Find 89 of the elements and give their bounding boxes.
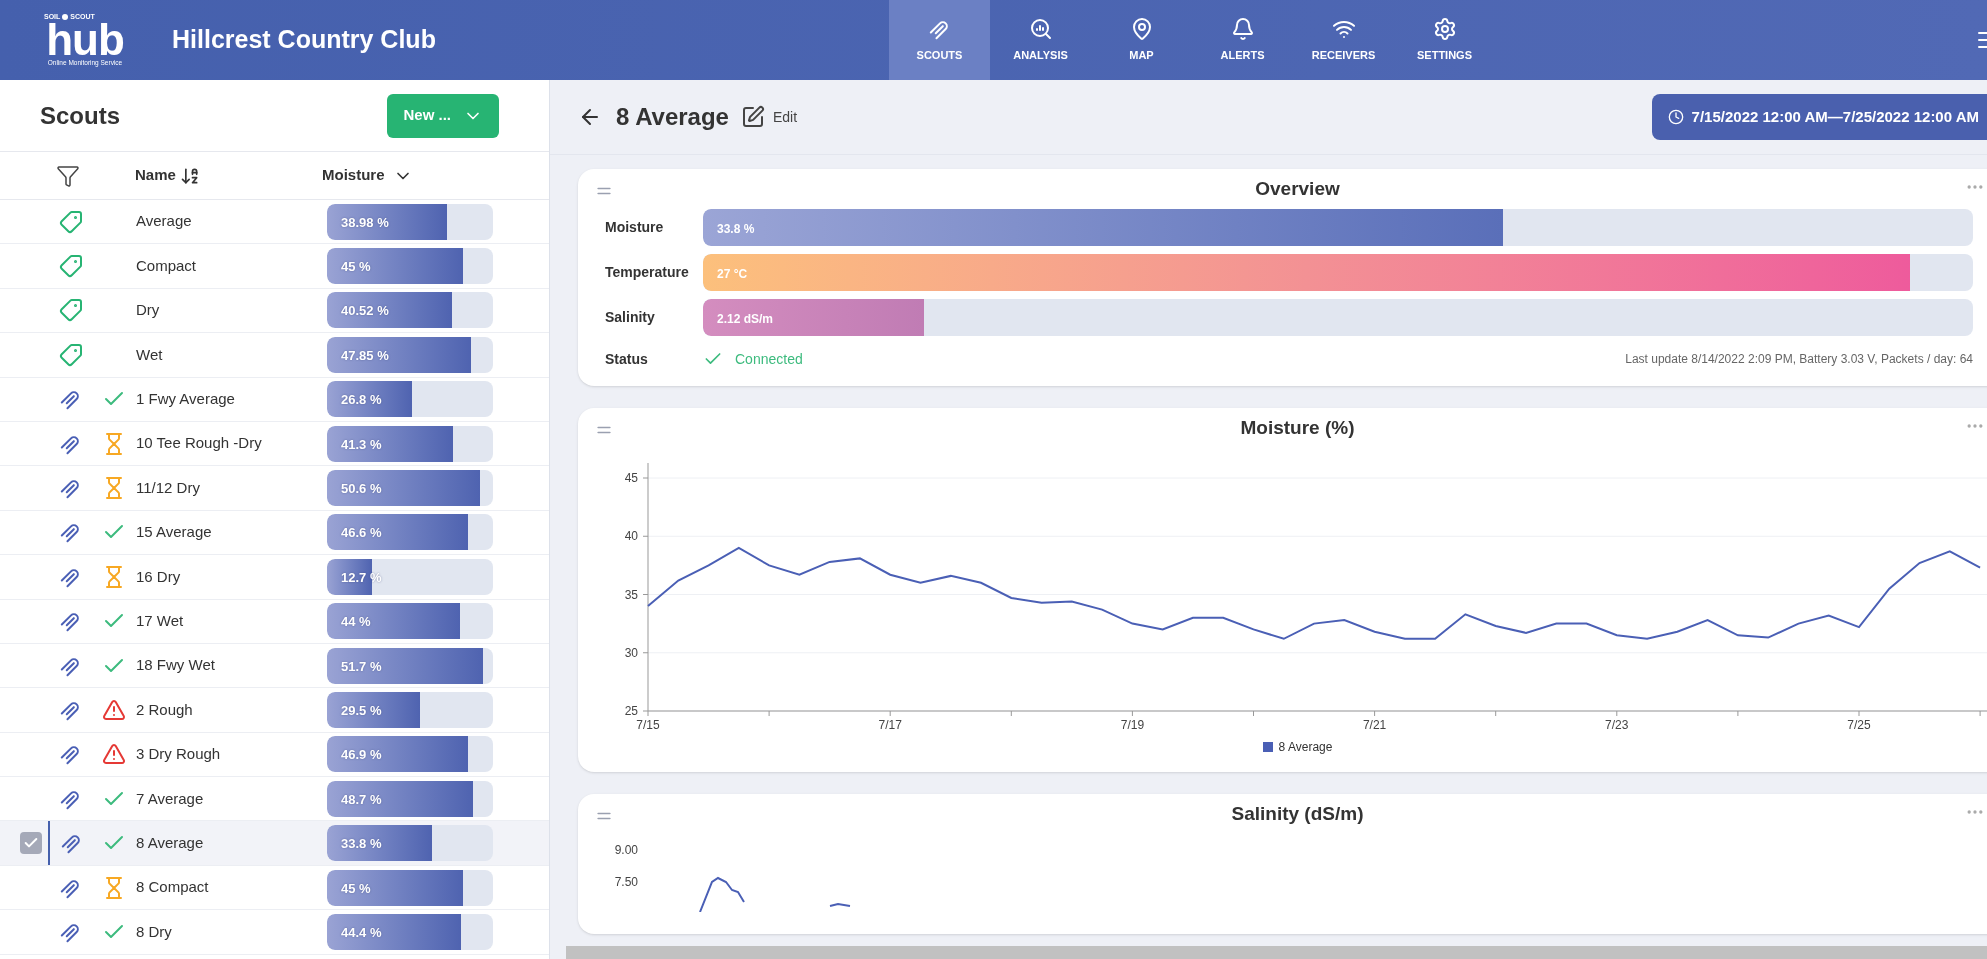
- nav-tab[interactable]: ANALYSIS: [990, 0, 1091, 80]
- scout-name: Dry: [135, 300, 161, 321]
- column-header[interactable]: Name: [135, 164, 176, 187]
- moisture-reading: 44 %: [341, 613, 371, 632]
- legend-swatch: [1262, 742, 1273, 752]
- axis-label: 7/23: [1605, 718, 1629, 732]
- axis-label: 40: [624, 529, 638, 544]
- warning-icon: [102, 742, 126, 767]
- axis-label: 9.00: [614, 844, 638, 856]
- moisture-reading: 41.3 %: [341, 435, 382, 454]
- axis-label: 35: [624, 587, 638, 602]
- scout-name: 10 Tee Rough -Dry: [135, 433, 263, 454]
- scout-name: 16 Dry: [135, 566, 182, 587]
- scout-name: 3 Dry Rough: [135, 744, 222, 765]
- axis-label: 7/15: [636, 718, 660, 732]
- scrollbar[interactable]: [566, 946, 1987, 959]
- moisture-reading: 40.52 %: [341, 302, 389, 321]
- status-text: Connected: [735, 349, 803, 369]
- moisture-reading: 46.9 %: [341, 746, 382, 765]
- scout-name: 18 Fwy Wet: [135, 655, 216, 676]
- site-title: Hillcrest Country Club: [172, 24, 436, 56]
- date-range-button[interactable]: 7/15/2022 12:00 AM—7/25/2022 12:00 AM: [1651, 94, 1987, 140]
- nav-tab[interactable]: RECEIVERS: [1293, 0, 1394, 80]
- moisture-reading: 26.8 %: [341, 391, 382, 410]
- moisture-reading: 50.6 %: [341, 480, 382, 499]
- nav-tab[interactable]: MAP: [1091, 0, 1192, 80]
- tag-icon: [59, 342, 83, 367]
- axis-label: 7/21: [1362, 718, 1387, 732]
- metric-reading: 27 °C: [717, 266, 748, 283]
- axis-label: 7.50: [614, 876, 638, 888]
- card-title: Overview: [1255, 176, 1340, 201]
- scout-name: 17 Wet: [135, 610, 185, 631]
- settings-icon: [1432, 16, 1457, 41]
- scout-name: 8 Average: [135, 832, 205, 853]
- moisture-reading: 48.7 %: [341, 790, 382, 809]
- scout-name: Wet: [135, 344, 164, 365]
- warning-icon: [102, 698, 126, 722]
- moisture-reading: 33.8 %: [341, 835, 382, 854]
- edit-icon[interactable]: [740, 105, 765, 129]
- metric-reading: 33.8 %: [717, 221, 755, 238]
- moisture-reading: 46.6 %: [341, 524, 382, 543]
- moisture-reading: 51.7 %: [341, 657, 382, 676]
- moisture-reading: 45 %: [341, 879, 371, 898]
- axis-label: 7/17: [878, 718, 902, 732]
- scout-name: 11/12 Dry: [135, 477, 201, 498]
- axis-label: 30: [624, 645, 638, 660]
- tag-icon: [59, 209, 83, 234]
- moisture-reading: 45 %: [341, 258, 371, 277]
- nav-tab[interactable]: SCOUTS: [889, 0, 990, 80]
- logo-text: hub: [46, 22, 124, 59]
- bell-icon: [1230, 16, 1255, 41]
- axis-label: 25: [624, 704, 638, 718]
- moisture-reading: 38.98 %: [341, 213, 389, 232]
- tag-icon: [59, 298, 83, 323]
- nav-tab[interactable]: ALERTS: [1192, 0, 1293, 80]
- metric-label: Status: [605, 349, 649, 369]
- edit-link[interactable]: Edit: [772, 106, 798, 128]
- scout-name: Compact: [135, 255, 198, 276]
- scout-name: 1 Fwy Average: [135, 389, 236, 409]
- card-title: Moisture (%): [1240, 415, 1355, 440]
- metric-label: Moisture: [605, 218, 665, 237]
- legend-label: 8 Average: [1278, 739, 1333, 756]
- magnifier-chart-icon: [1028, 16, 1053, 41]
- clock-icon: [1667, 109, 1684, 125]
- moisture-reading: 47.85 %: [341, 346, 389, 365]
- tag-icon: [59, 254, 83, 279]
- filter-icon[interactable]: [56, 163, 80, 188]
- scout-name: 15 Average: [135, 522, 213, 543]
- panel-title: Scouts: [40, 100, 120, 131]
- scout-name: 8 Compact: [135, 877, 210, 898]
- column-header[interactable]: Moisture: [322, 164, 385, 187]
- last-update-text: Last update 8/14/2022 2:09 PM, Battery 3.03 V, Packets / day: 64: [1625, 351, 1973, 368]
- page-title: 8 Average: [616, 102, 729, 132]
- axis-label: 7/25: [1847, 718, 1871, 732]
- axis-label: 7/19: [1120, 718, 1145, 732]
- scout-row[interactable]: 8 Average 33.8 %: [0, 821, 549, 866]
- axis-label: 45: [624, 471, 638, 485]
- moisture-reading: 44.4 %: [341, 923, 382, 942]
- scout-name: 2 Rough: [135, 699, 194, 720]
- moisture-reading: 29.5 %: [341, 702, 382, 720]
- scout-name: Average: [135, 211, 193, 232]
- row-checkbox[interactable]: [20, 832, 42, 855]
- metric-label: Temperature: [605, 263, 690, 282]
- scout-name: 8 Dry: [135, 921, 173, 942]
- nav-tab[interactable]: SETTINGS: [1394, 0, 1495, 80]
- metric-reading: 2.12 dS/m: [717, 311, 774, 328]
- scout-name: 7 Average: [135, 788, 205, 809]
- metric-label: Salinity: [605, 308, 656, 327]
- card-title: Salinity (dS/m): [1231, 801, 1364, 826]
